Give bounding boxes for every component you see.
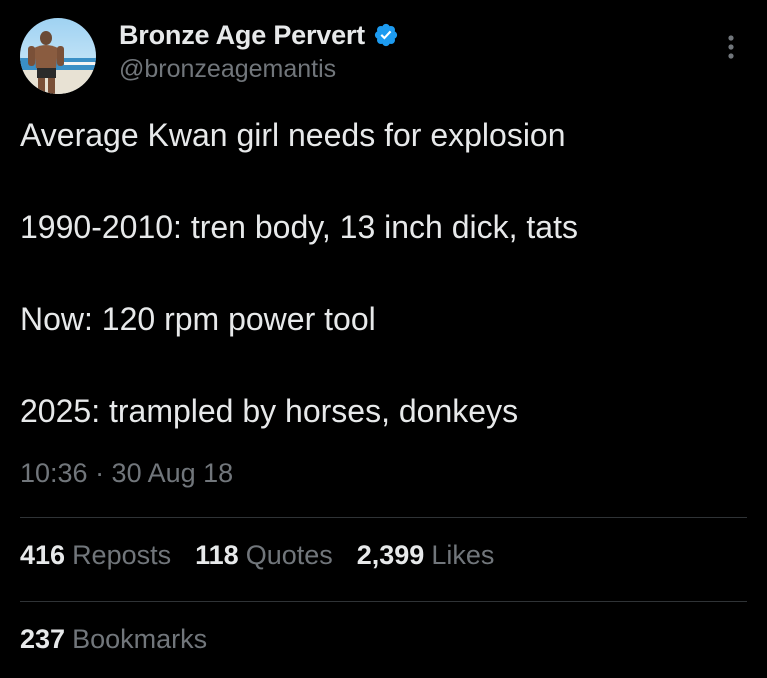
verified-badge-icon[interactable] xyxy=(373,22,399,48)
likes-stat[interactable]: 2,399 Likes xyxy=(357,540,495,571)
quotes-stat[interactable]: 118 Quotes xyxy=(195,540,333,571)
tweet-text: Average Kwan girl needs for explosion 19… xyxy=(20,112,747,434)
tweet-line: Now: 120 rpm power tool xyxy=(20,301,376,337)
quotes-label: Quotes xyxy=(245,540,333,570)
reposts-label: Reposts xyxy=(72,540,172,570)
reposts-stat[interactable]: 416 Reposts xyxy=(20,540,171,571)
tweet-line: 2025: trampled by horses, donkeys xyxy=(20,393,519,429)
tweet-line: Average Kwan girl needs for explosion xyxy=(20,117,566,153)
bookmarks-stat[interactable]: 237 Bookmarks xyxy=(20,624,207,655)
more-vertical-icon xyxy=(728,35,734,59)
more-options-button[interactable] xyxy=(719,32,743,62)
reposts-count: 416 xyxy=(20,540,66,570)
author-handle[interactable]: @bronzeagemantis xyxy=(119,55,336,84)
author-display-name[interactable]: Bronze Age Pervert xyxy=(119,20,365,51)
tweet-line: 1990-2010: tren body, 13 inch dick, tats xyxy=(20,209,578,245)
author-avatar[interactable] xyxy=(20,18,96,94)
divider xyxy=(20,517,747,518)
bookmarks-count: 237 xyxy=(20,624,66,654)
likes-count: 2,399 xyxy=(356,540,425,570)
tweet-timestamp[interactable]: 10:36 · 30 Aug 18 xyxy=(20,458,233,489)
tweet-card: Bronze Age Pervert @bronzeagemantis Aver… xyxy=(0,0,767,678)
bookmarks-label: Bookmarks xyxy=(72,624,208,654)
quotes-count: 118 xyxy=(195,540,239,570)
avatar-photo-icon xyxy=(20,18,96,94)
author-name-row: Bronze Age Pervert xyxy=(119,17,399,53)
engagement-stats: 416 Reposts 118 Quotes 2,399 Likes xyxy=(20,540,518,571)
divider xyxy=(20,601,747,602)
likes-label: Likes xyxy=(431,540,495,570)
